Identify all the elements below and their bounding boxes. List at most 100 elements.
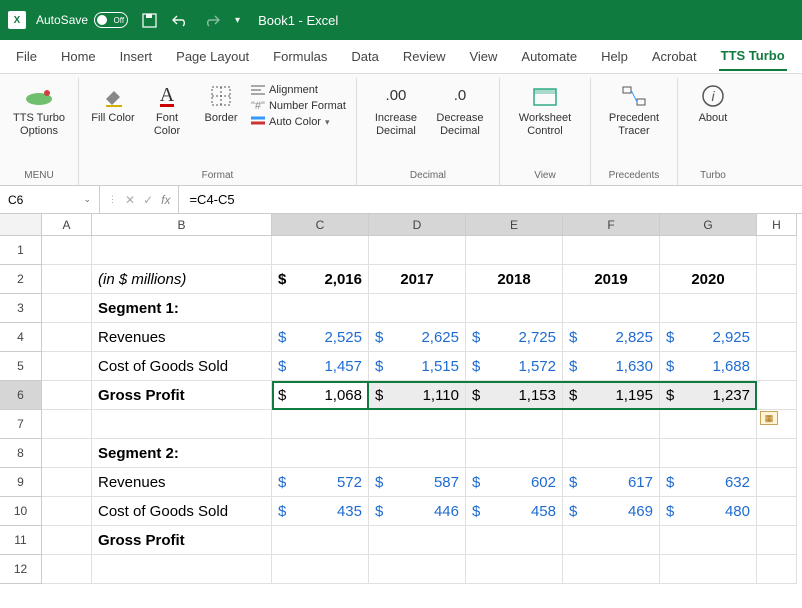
cell[interactable] bbox=[272, 526, 369, 555]
number-format-button[interactable]: "#"Number Format bbox=[251, 100, 346, 112]
col-header-e[interactable]: E bbox=[466, 214, 563, 236]
cell[interactable]: $2,825 bbox=[563, 323, 660, 352]
enter-icon[interactable]: ✓ bbox=[143, 193, 153, 207]
cell[interactable] bbox=[563, 555, 660, 584]
cell[interactable] bbox=[563, 236, 660, 265]
name-box[interactable]: C6⌄ bbox=[0, 186, 100, 213]
cell[interactable]: $1,237▦ bbox=[660, 381, 757, 410]
col-header-c[interactable]: C bbox=[272, 214, 369, 236]
cancel-icon[interactable]: ✕ bbox=[125, 193, 135, 207]
cell[interactable] bbox=[466, 439, 563, 468]
font-color-button[interactable]: AFont Color bbox=[143, 78, 191, 142]
cell[interactable] bbox=[757, 410, 797, 439]
cell[interactable]: $1,515 bbox=[369, 352, 466, 381]
cell[interactable]: $2,925 bbox=[660, 323, 757, 352]
row-header[interactable]: 6 bbox=[0, 381, 42, 410]
cell[interactable] bbox=[369, 236, 466, 265]
precedent-tracer-button[interactable]: Precedent Tracer bbox=[601, 78, 667, 142]
tab-data[interactable]: Data bbox=[349, 43, 380, 70]
cell[interactable] bbox=[369, 555, 466, 584]
cell[interactable] bbox=[92, 410, 272, 439]
cell[interactable]: $480 bbox=[660, 497, 757, 526]
cell[interactable] bbox=[42, 410, 92, 439]
cell[interactable]: Segment 2: bbox=[92, 439, 272, 468]
fill-color-button[interactable]: Fill Color bbox=[89, 78, 137, 129]
col-header-h[interactable]: H bbox=[757, 214, 797, 236]
cell[interactable]: Gross Profit bbox=[92, 381, 272, 410]
row-header[interactable]: 3 bbox=[0, 294, 42, 323]
cell[interactable] bbox=[757, 555, 797, 584]
col-header-g[interactable]: G bbox=[660, 214, 757, 236]
cell[interactable] bbox=[757, 352, 797, 381]
cell[interactable] bbox=[369, 410, 466, 439]
cell[interactable] bbox=[660, 294, 757, 323]
cell[interactable]: $435 bbox=[272, 497, 369, 526]
cell[interactable] bbox=[660, 236, 757, 265]
cell[interactable]: $1,195 bbox=[563, 381, 660, 410]
cell[interactable] bbox=[466, 555, 563, 584]
col-header-d[interactable]: D bbox=[369, 214, 466, 236]
cell[interactable]: $1,688 bbox=[660, 352, 757, 381]
cell[interactable] bbox=[42, 294, 92, 323]
cell[interactable]: $1,110 bbox=[369, 381, 466, 410]
tab-home[interactable]: Home bbox=[59, 43, 98, 70]
cell[interactable]: $2,525 bbox=[272, 323, 369, 352]
cell[interactable] bbox=[42, 497, 92, 526]
cell[interactable]: $1,457 bbox=[272, 352, 369, 381]
cell[interactable]: Cost of Goods Sold bbox=[92, 352, 272, 381]
cell[interactable] bbox=[757, 265, 797, 294]
cell[interactable]: $446 bbox=[369, 497, 466, 526]
cell[interactable] bbox=[272, 439, 369, 468]
cell[interactable] bbox=[757, 236, 797, 265]
cell[interactable] bbox=[42, 555, 92, 584]
col-header-a[interactable]: A bbox=[42, 214, 92, 236]
tts-turbo-options-button[interactable]: TTS Turbo Options bbox=[10, 78, 68, 142]
qat-dropdown-icon[interactable]: ▾ bbox=[235, 15, 240, 26]
row-header[interactable]: 4 bbox=[0, 323, 42, 352]
row-header[interactable]: 12 bbox=[0, 555, 42, 584]
cell[interactable]: $602 bbox=[466, 468, 563, 497]
cell[interactable]: 2018 bbox=[466, 265, 563, 294]
cell[interactable]: Segment 1: bbox=[92, 294, 272, 323]
cell[interactable]: $1,572 bbox=[466, 352, 563, 381]
cell[interactable]: Cost of Goods Sold bbox=[92, 497, 272, 526]
col-header-b[interactable]: B bbox=[92, 214, 272, 236]
row-header[interactable]: 10 bbox=[0, 497, 42, 526]
tab-help[interactable]: Help bbox=[599, 43, 630, 70]
fx-icon[interactable]: fx bbox=[161, 193, 170, 207]
cell[interactable] bbox=[757, 323, 797, 352]
cell[interactable] bbox=[466, 410, 563, 439]
alignment-button[interactable]: Alignment bbox=[251, 84, 346, 96]
row-header[interactable]: 11 bbox=[0, 526, 42, 555]
cell[interactable]: $458 bbox=[466, 497, 563, 526]
cell[interactable] bbox=[42, 439, 92, 468]
cell[interactable] bbox=[660, 439, 757, 468]
cell[interactable] bbox=[272, 555, 369, 584]
tab-view[interactable]: View bbox=[467, 43, 499, 70]
tab-insert[interactable]: Insert bbox=[118, 43, 155, 70]
about-button[interactable]: iAbout bbox=[688, 78, 738, 129]
cell[interactable]: Revenues bbox=[92, 468, 272, 497]
cell[interactable] bbox=[563, 294, 660, 323]
cell[interactable] bbox=[272, 294, 369, 323]
cell[interactable] bbox=[272, 236, 369, 265]
cell[interactable] bbox=[466, 526, 563, 555]
row-header[interactable]: 8 bbox=[0, 439, 42, 468]
tab-acrobat[interactable]: Acrobat bbox=[650, 43, 699, 70]
row-header[interactable]: 9 bbox=[0, 468, 42, 497]
autosave-toggle[interactable]: Off bbox=[94, 12, 128, 28]
cell[interactable] bbox=[757, 497, 797, 526]
select-all-corner[interactable] bbox=[0, 214, 42, 236]
row-header[interactable]: 7 bbox=[0, 410, 42, 439]
cell[interactable] bbox=[660, 555, 757, 584]
cell[interactable] bbox=[42, 265, 92, 294]
undo-icon[interactable] bbox=[171, 14, 189, 27]
tab-automate[interactable]: Automate bbox=[519, 43, 579, 70]
cell[interactable]: $2,725 bbox=[466, 323, 563, 352]
cell[interactable] bbox=[369, 294, 466, 323]
cell[interactable] bbox=[42, 381, 92, 410]
tab-formulas[interactable]: Formulas bbox=[271, 43, 329, 70]
cell[interactable] bbox=[757, 468, 797, 497]
row-header[interactable]: 5 bbox=[0, 352, 42, 381]
cell[interactable] bbox=[42, 323, 92, 352]
